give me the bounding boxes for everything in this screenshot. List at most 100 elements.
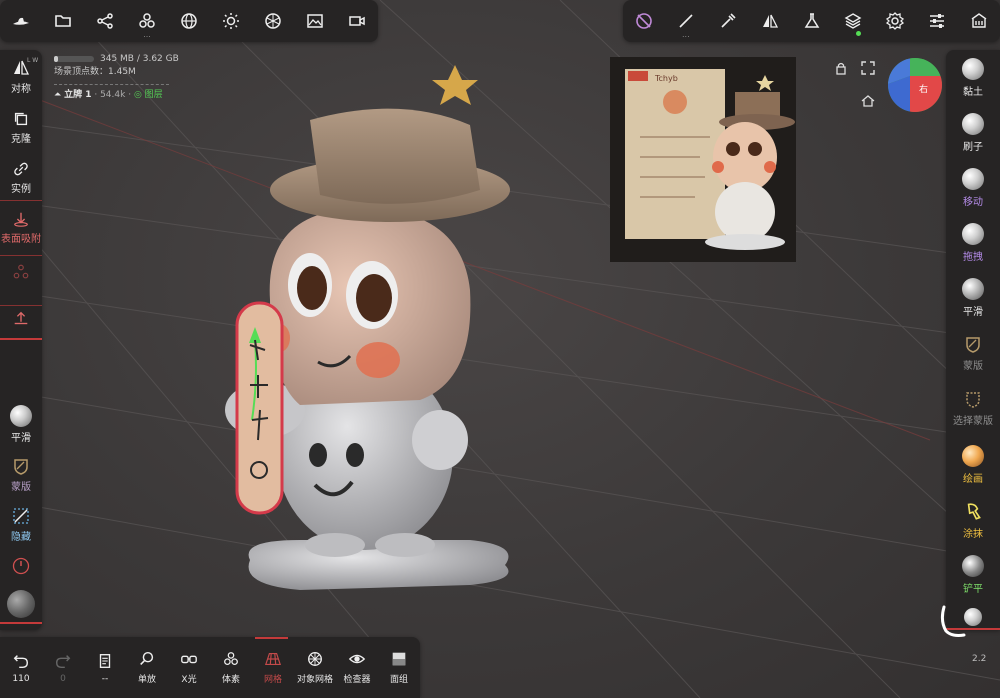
mask-shield-icon — [966, 337, 980, 353]
history-button[interactable]: -- — [84, 637, 126, 698]
layer-icon: ◎ — [133, 90, 142, 100]
hat-icon[interactable] — [0, 0, 42, 42]
top-right-toolbar: ... — [623, 0, 1000, 42]
folder-icon[interactable] — [42, 0, 84, 42]
hide-button[interactable]: 隐藏 — [0, 506, 42, 543]
tool-mask-label: 蒙版 — [963, 361, 983, 372]
image-icon[interactable] — [294, 0, 336, 42]
voxel-button[interactable]: 体素 — [210, 637, 252, 698]
visibility-off-icon[interactable] — [623, 0, 665, 42]
fullscreen-icon[interactable] — [861, 60, 875, 75]
memory-bar — [54, 55, 94, 62]
brush-tool-icon[interactable]: ... — [665, 0, 707, 42]
surface-snap-label: 表面吸附 — [1, 234, 41, 245]
left-bottom-strip — [0, 622, 42, 624]
gallery-icon[interactable] — [958, 0, 1000, 42]
gauge-button[interactable] — [0, 556, 42, 576]
history-label: -- — [101, 673, 109, 684]
redo-count: 0 — [60, 673, 66, 684]
video-icon[interactable] — [336, 0, 378, 42]
drag-icon — [962, 223, 984, 245]
flask-icon[interactable] — [791, 0, 833, 42]
sphere-icon[interactable] — [168, 0, 210, 42]
tool-paint-label: 绘画 — [963, 474, 983, 485]
smooth-button[interactable]: 平滑 — [0, 405, 42, 444]
clone-button[interactable]: 克隆 — [0, 110, 42, 145]
reference-image[interactable]: Tchyb — [610, 57, 796, 262]
link-icon — [14, 162, 28, 176]
grid-icon — [264, 653, 282, 665]
voxel-label: 体素 — [221, 675, 240, 685]
left-toolbar: L W 对称 克隆 实例 表面吸附 平滑 蒙版 隐藏 — [0, 50, 42, 630]
object-grid-label: 对象网格 — [296, 675, 333, 685]
smooth-icon — [10, 405, 32, 427]
object-icon: ⏶ — [54, 90, 62, 100]
nodes-button[interactable] — [0, 263, 42, 283]
instance-button[interactable]: 实例 — [0, 160, 42, 195]
tool-move-label: 移动 — [963, 197, 983, 208]
clone-icon — [14, 112, 28, 126]
undo-button[interactable]: 110 — [0, 637, 42, 698]
scene-icon[interactable]: ... — [126, 0, 168, 42]
symmetry-sublabel: L W — [27, 57, 39, 64]
symmetry-button[interactable]: L W 对称 — [0, 57, 42, 95]
pivot-button[interactable] — [0, 310, 42, 328]
tool-smooth[interactable]: 平滑 — [946, 278, 1000, 318]
inspector-button[interactable]: 检查器 — [336, 637, 378, 698]
sculpt-model[interactable] — [0, 0, 1000, 698]
object-grid-icon — [308, 652, 322, 666]
tool-select-mask[interactable]: 选择蒙版 — [946, 389, 1000, 427]
redo-button[interactable]: 0 — [42, 637, 84, 698]
undo-count: 110 — [12, 673, 30, 684]
bottom-toolbar: 110 0 -- 单放 X光 体素 网格 对象网格 检查器 面组 — [0, 637, 420, 698]
layers-icon[interactable] — [832, 0, 874, 42]
tool-brush[interactable]: 刷子 — [946, 113, 1000, 153]
sliders-icon[interactable] — [916, 0, 958, 42]
tool-clay[interactable]: 黏土 — [946, 58, 1000, 98]
tool-flatten-label: 铲平 — [963, 584, 983, 595]
nodes-divider — [0, 255, 42, 256]
gizmo-label: 右 — [919, 85, 929, 95]
object-grid-button[interactable]: 对象网格 — [294, 637, 336, 698]
material-icon[interactable] — [252, 0, 294, 42]
pivot-divider — [0, 305, 42, 306]
corner-handle[interactable] — [938, 605, 968, 639]
redo-icon — [55, 654, 71, 668]
inspector-label: 检查器 — [343, 675, 371, 685]
tool-move[interactable]: 移动 — [946, 168, 1000, 208]
symmetry-icon[interactable] — [749, 0, 791, 42]
mesh-button[interactable]: 网格 — [252, 637, 294, 698]
lock-icon[interactable] — [834, 60, 848, 75]
viewport[interactable] — [0, 0, 1000, 698]
mask-button[interactable]: 蒙版 — [0, 456, 42, 493]
smooth-brush-icon — [962, 278, 984, 300]
active-object[interactable]: ⏶ 立牌 1 · 54.4k · ◎ 图层 — [54, 89, 179, 102]
svg-text:Tchyb: Tchyb — [654, 74, 678, 83]
tool-paint[interactable]: 绘画 — [946, 445, 1000, 485]
orientation-gizmo[interactable]: 右 — [888, 58, 942, 112]
mesh-label: 网格 — [263, 675, 282, 685]
facegroup-icon — [392, 652, 406, 666]
dropper-icon[interactable] — [707, 0, 749, 42]
tool-drag-label: 拖拽 — [963, 252, 983, 263]
light-icon[interactable] — [210, 0, 252, 42]
tool-drag[interactable]: 拖拽 — [946, 223, 1000, 263]
solo-button[interactable]: 单放 — [126, 637, 168, 698]
voxel-icon — [224, 652, 238, 666]
surface-snap-button[interactable]: 表面吸附 — [0, 210, 42, 245]
tool-smudge[interactable]: 涂抹 — [946, 500, 1000, 540]
material-preview-button[interactable] — [0, 590, 42, 618]
xray-button[interactable]: X光 — [168, 637, 210, 698]
share-icon[interactable] — [84, 0, 126, 42]
snap-divider — [0, 200, 42, 201]
settings-icon[interactable] — [874, 0, 916, 42]
object-name: 立牌 1 — [64, 90, 92, 100]
tool-flatten[interactable]: 铲平 — [946, 555, 1000, 595]
tool-smooth-label: 平滑 — [963, 307, 983, 318]
facegroup-label: 面组 — [389, 675, 408, 685]
right-toolbar: 黏土 刷子 移动 拖拽 平滑 蒙版 选择蒙版 绘画 涂抹 铲平 — [946, 50, 1000, 630]
facegroup-button[interactable]: 面组 — [378, 637, 420, 698]
tool-mask[interactable]: 蒙版 — [946, 334, 1000, 372]
home-icon[interactable] — [861, 93, 875, 107]
solo-label: 单放 — [137, 675, 156, 685]
